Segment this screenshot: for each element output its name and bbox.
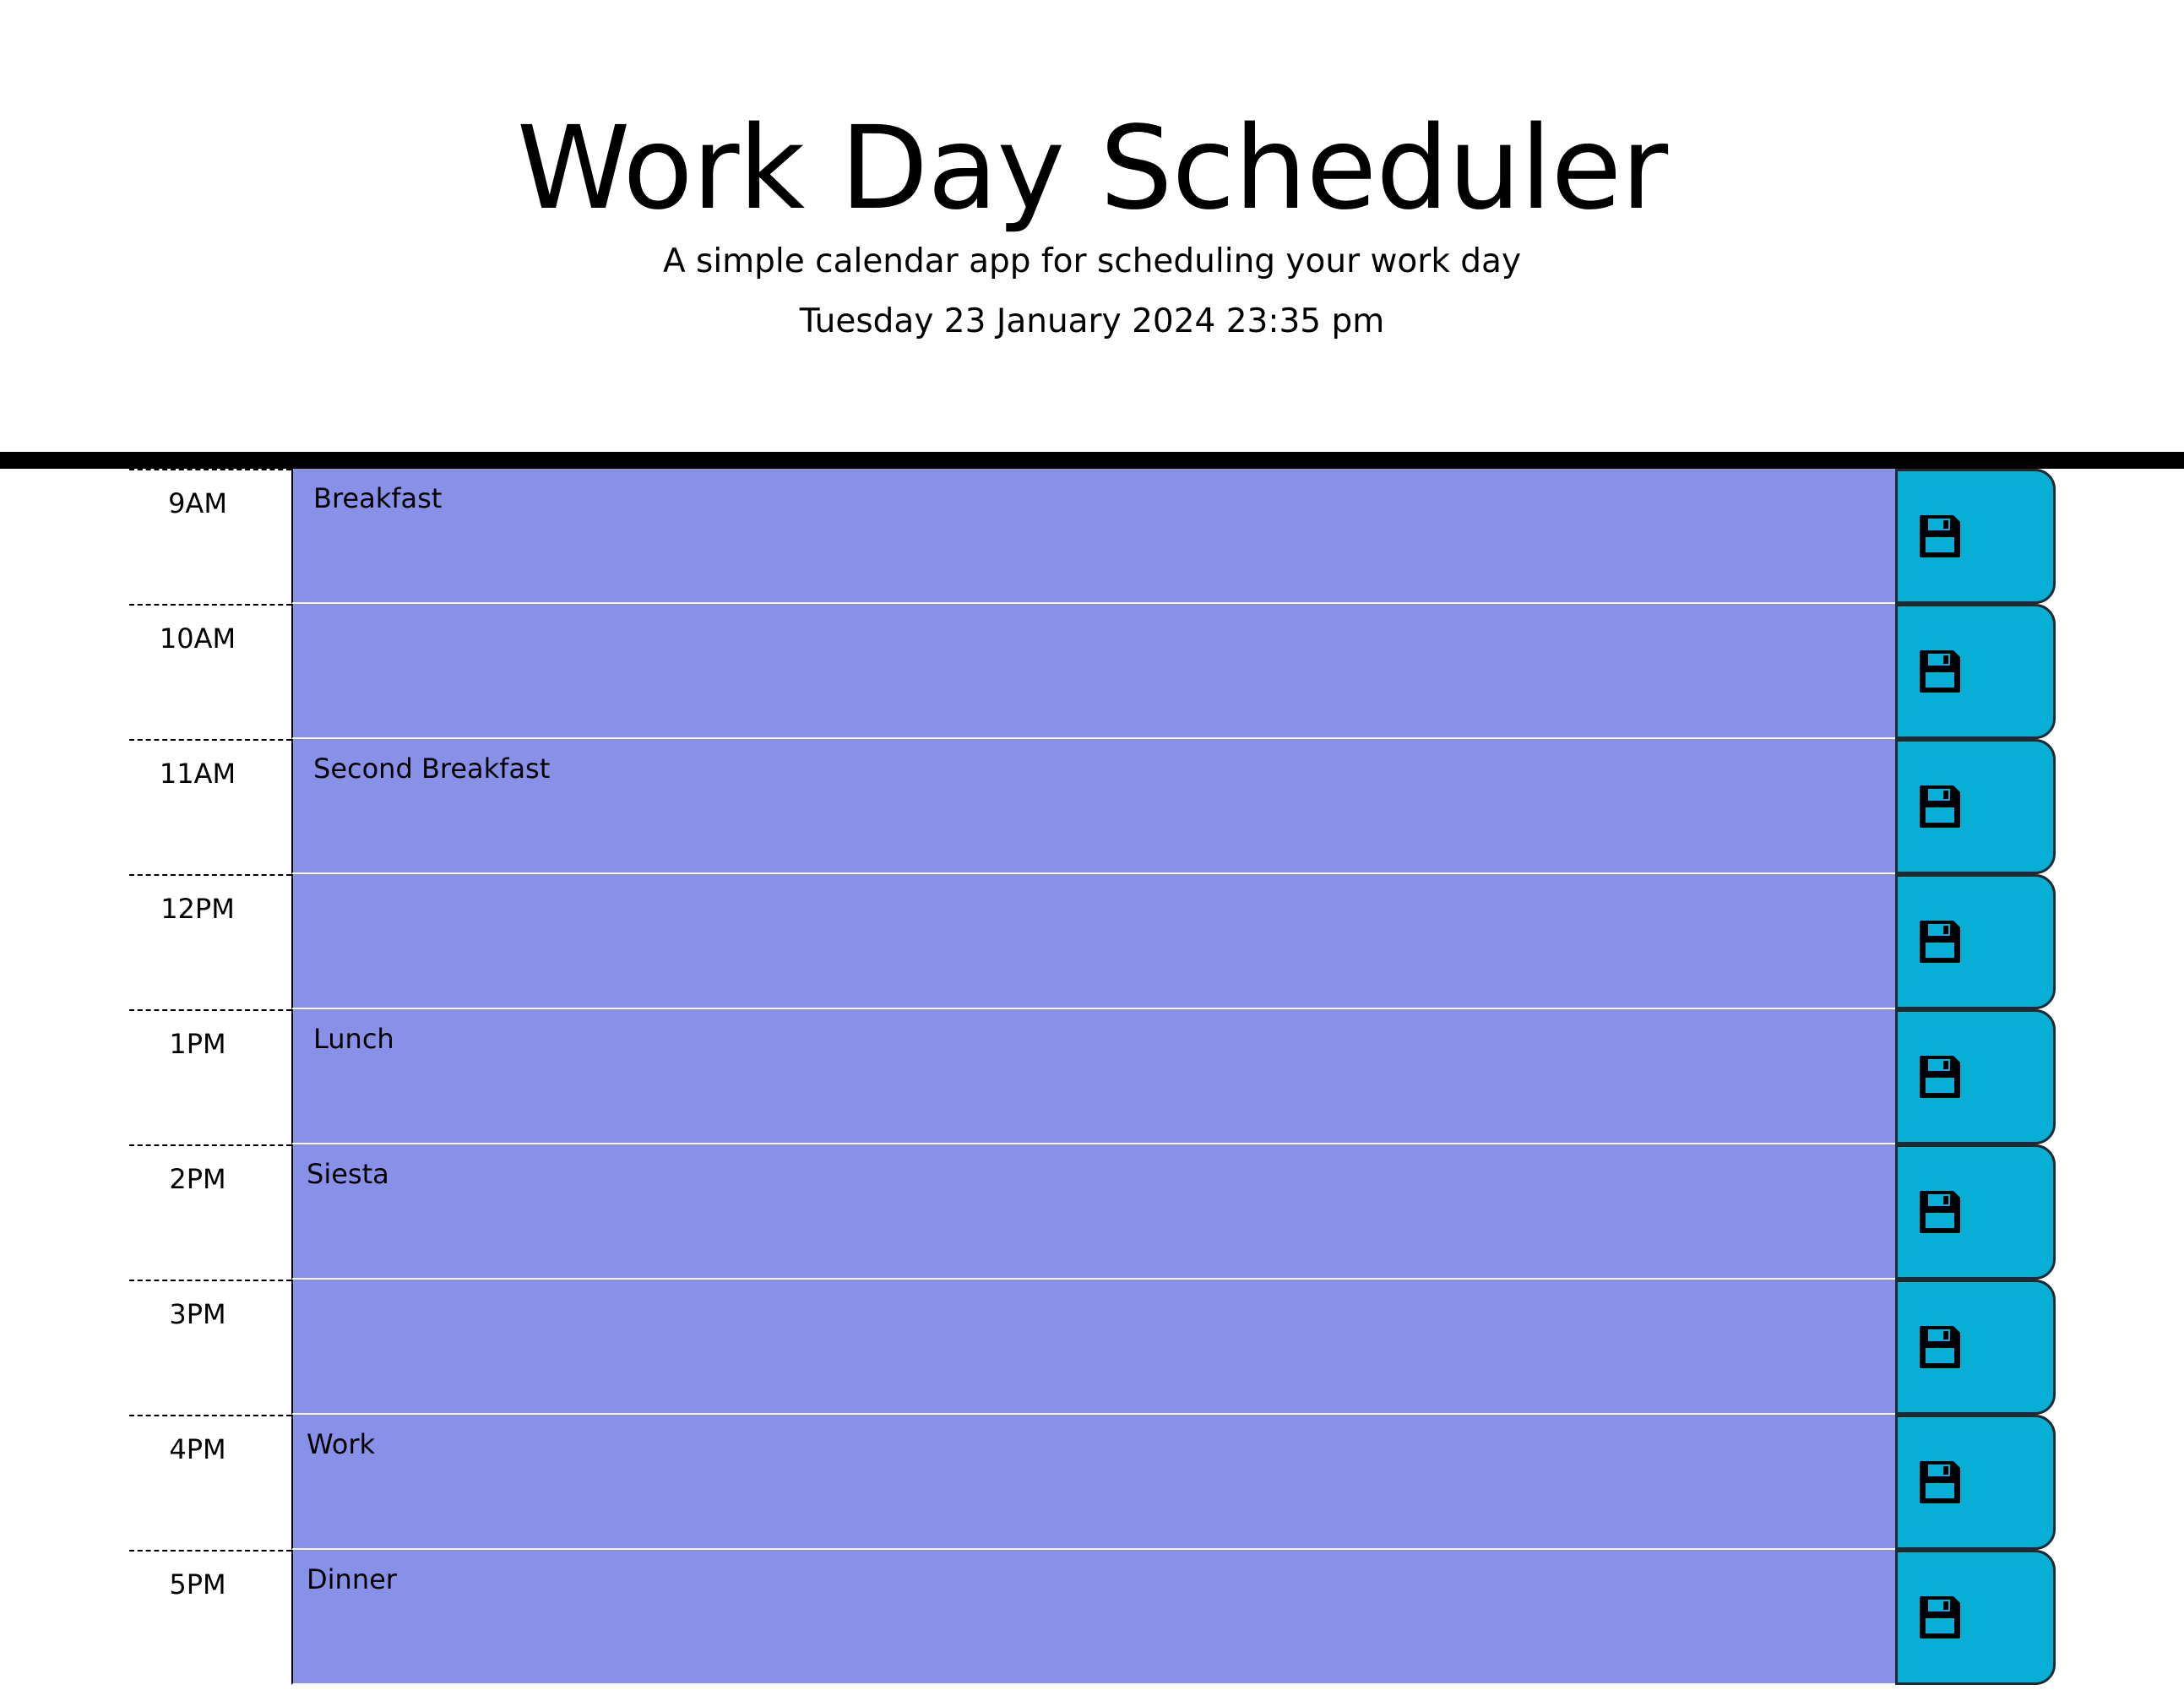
page-subtitle: A simple calendar app for scheduling you…	[662, 242, 1522, 280]
event-textarea[interactable]: Breakfast	[291, 469, 1895, 604]
event-textarea[interactable]	[291, 604, 1895, 739]
event-textarea[interactable]	[291, 874, 1895, 1009]
save-button[interactable]	[1895, 1415, 2056, 1550]
hour-label: 4PM	[129, 1415, 291, 1550]
save-button[interactable]	[1895, 1144, 2056, 1280]
save-button[interactable]	[1895, 1280, 2056, 1415]
time-block: 12PM	[0, 874, 2184, 1009]
time-block: 5PM Dinner	[0, 1550, 2184, 1685]
floppy-disk-icon	[1920, 1326, 1960, 1368]
event-textarea[interactable]	[291, 1280, 1895, 1415]
floppy-disk-icon	[1920, 1461, 1960, 1503]
time-block: 10AM	[0, 604, 2184, 739]
save-button[interactable]	[1895, 739, 2056, 874]
event-textarea[interactable]: Lunch	[291, 1009, 1895, 1144]
event-textarea[interactable]: Second Breakfast	[291, 739, 1895, 874]
hour-label: 5PM	[129, 1550, 291, 1685]
event-textarea[interactable]: Work	[291, 1415, 1895, 1550]
hour-label: 2PM	[129, 1144, 291, 1280]
time-block: 11AM Second Breakfast	[0, 739, 2184, 874]
floppy-disk-icon	[1920, 1596, 1960, 1639]
hour-label: 11AM	[129, 739, 291, 874]
save-button[interactable]	[1895, 874, 2056, 1009]
current-day: Tuesday 23 January 2024 23:35 pm	[799, 302, 1385, 340]
save-button[interactable]	[1895, 469, 2056, 604]
save-button[interactable]	[1895, 604, 2056, 739]
page-header: Work Day Scheduler A simple calendar app…	[0, 0, 2184, 469]
hour-label: 1PM	[129, 1009, 291, 1144]
floppy-disk-icon	[1920, 921, 1960, 963]
time-block: 4PM Work	[0, 1415, 2184, 1550]
floppy-disk-icon	[1920, 785, 1960, 828]
time-block: 2PM Siesta	[0, 1144, 2184, 1280]
floppy-disk-icon	[1920, 1056, 1960, 1098]
hour-label: 3PM	[129, 1280, 291, 1415]
floppy-disk-icon	[1920, 650, 1960, 693]
save-button[interactable]	[1895, 1009, 2056, 1144]
time-block: 1PM Lunch	[0, 1009, 2184, 1144]
floppy-disk-icon	[1920, 515, 1960, 557]
time-block: 9AM Breakfast	[0, 469, 2184, 604]
hour-label: 10AM	[129, 604, 291, 739]
hour-label: 12PM	[129, 874, 291, 1009]
time-block: 3PM	[0, 1280, 2184, 1415]
floppy-disk-icon	[1920, 1191, 1960, 1233]
save-button[interactable]	[1895, 1550, 2056, 1685]
event-textarea[interactable]: Siesta	[291, 1144, 1895, 1280]
page-title: Work Day Scheduler	[516, 102, 1668, 236]
event-textarea[interactable]: Dinner	[291, 1550, 1895, 1685]
hour-label: 9AM	[129, 469, 291, 604]
